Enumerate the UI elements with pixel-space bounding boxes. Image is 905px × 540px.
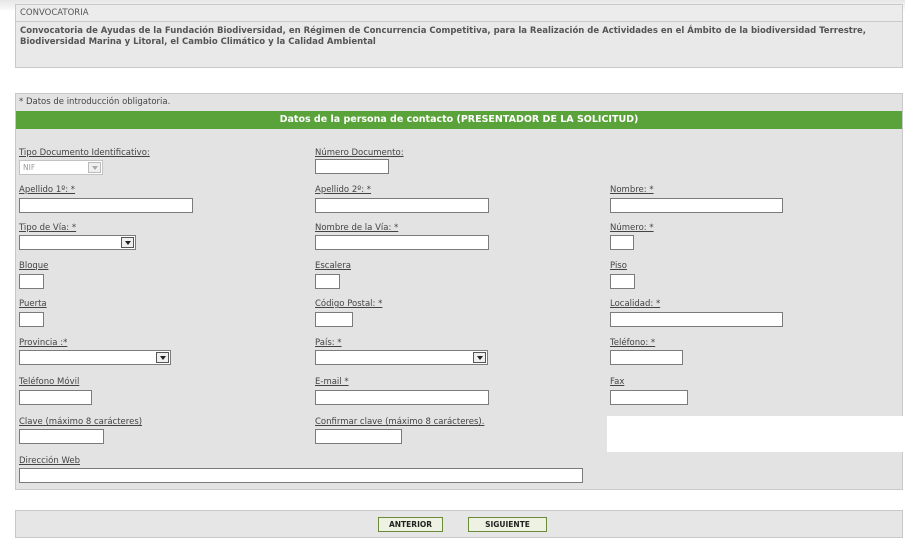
codigo-postal-input[interactable]: [315, 312, 353, 327]
localidad-input[interactable]: [610, 312, 783, 327]
tipo-via-select[interactable]: [19, 235, 136, 250]
apellido1-input[interactable]: [19, 198, 193, 213]
chevron-down-icon: [156, 352, 169, 363]
escalera-cell: Escalera: [315, 261, 351, 271]
escalera-input[interactable]: [315, 274, 340, 289]
pais-select[interactable]: [315, 350, 488, 365]
chevron-down-icon: [88, 162, 101, 173]
convocatoria-description: Convocatoria de Ayudas de la Fundación B…: [20, 26, 867, 47]
puerta-label: Puerta: [19, 299, 47, 309]
fax-cell: Fax: [610, 377, 624, 387]
bloque-input[interactable]: [19, 274, 44, 289]
tipo-documento-cell: Tipo Documento Identificativo:: [19, 148, 150, 158]
nombre-via-cell: Nombre de la Vía: *: [315, 223, 398, 233]
nombre-cell: Nombre: *: [610, 185, 654, 195]
required-note: * Datos de introducción obligatoria.: [19, 97, 171, 107]
email-label: E-mail *: [315, 377, 349, 387]
numero-documento-input[interactable]: [315, 159, 389, 174]
convocatoria-header: CONVOCATORIA: [16, 5, 902, 22]
telefono-movil-label: Teléfono Móvil: [19, 377, 80, 387]
codigo-postal-cell: Código Postal: *: [315, 299, 382, 309]
direccion-web-input[interactable]: [19, 468, 583, 483]
clave-cell: Clave (máximo 8 carácteres): [19, 417, 142, 427]
telefono-cell: Teléfono: *: [610, 338, 655, 348]
telefono-movil-cell: Teléfono Móvil: [19, 377, 79, 387]
numero-documento-label: Número Documento:: [315, 148, 404, 158]
numero-documento-cell: Número Documento:: [315, 148, 404, 158]
codigo-postal-label: Código Postal: *: [315, 299, 383, 309]
nombre-label: Nombre: *: [610, 185, 654, 195]
clave-input[interactable]: [19, 429, 104, 444]
numero-input[interactable]: [610, 235, 634, 250]
anterior-button[interactable]: ANTERIOR: [378, 517, 443, 532]
convocatoria-panel: CONVOCATORIA Convocatoria de Ayudas de l…: [15, 4, 903, 68]
piso-label: Piso: [610, 261, 627, 271]
pais-cell: País: *: [315, 338, 342, 348]
nombre-via-label: Nombre de la Vía: *: [315, 223, 399, 233]
telefono-label: Teléfono: *: [610, 338, 656, 348]
confirmar-clave-cell: Confirmar clave (máximo 8 carácteres).: [315, 417, 484, 427]
email-input[interactable]: [315, 390, 489, 405]
confirmar-clave-label: Confirmar clave (máximo 8 carácteres).: [315, 417, 485, 427]
puerta-cell: Puerta: [19, 299, 47, 309]
siguiente-button[interactable]: SIGUIENTE: [468, 517, 547, 532]
provincia-select[interactable]: [19, 350, 171, 365]
provincia-cell: Provincia :*: [19, 338, 67, 348]
apellido1-label: Apellido 1º: *: [19, 185, 76, 195]
numero-label: Número: *: [610, 223, 654, 233]
apellido1-cell: Apellido 1º: *: [19, 185, 75, 195]
tipo-documento-select[interactable]: NIF: [19, 160, 103, 175]
localidad-label: Localidad: *: [610, 299, 661, 309]
escalera-label: Escalera: [315, 261, 351, 271]
empty-area: [607, 416, 903, 452]
chevron-down-icon: [473, 352, 486, 363]
confirmar-clave-input[interactable]: [315, 429, 402, 444]
fax-input[interactable]: [610, 390, 688, 405]
chevron-down-icon: [121, 237, 134, 248]
tipo-documento-value: NIF: [23, 163, 36, 172]
clave-label: Clave (máximo 8 carácteres): [19, 417, 143, 427]
piso-cell: Piso: [610, 261, 627, 271]
piso-input[interactable]: [610, 274, 635, 289]
numero-cell: Número: *: [610, 223, 654, 233]
tipo-via-label: Tipo de Vía: *: [19, 223, 77, 233]
tipo-documento-label: Tipo Documento Identificativo:: [19, 148, 150, 158]
section-title: Datos de la persona de contacto (PRESENT…: [16, 111, 902, 129]
bloque-cell: Bloque: [19, 261, 48, 271]
telefono-movil-input[interactable]: [19, 390, 92, 405]
nombre-input[interactable]: [610, 198, 783, 213]
localidad-cell: Localidad: *: [610, 299, 660, 309]
direccion-web-cell: Dirección Web: [19, 456, 80, 466]
pais-label: País: *: [315, 338, 342, 348]
apellido2-label: Apellido 2º: *: [315, 185, 372, 195]
puerta-input[interactable]: [19, 312, 44, 327]
direccion-web-label: Dirección Web: [19, 456, 80, 466]
bloque-label: Bloque: [19, 261, 49, 271]
apellido2-input[interactable]: [315, 198, 489, 213]
nombre-via-input[interactable]: [315, 235, 489, 250]
contact-form: * Datos de introducción obligatoria. Dat…: [15, 93, 903, 490]
button-bar: ANTERIOR SIGUIENTE: [15, 510, 903, 538]
tipo-via-cell: Tipo de Vía: *: [19, 223, 76, 233]
telefono-input[interactable]: [610, 350, 683, 365]
provincia-label: Provincia :*: [19, 338, 68, 348]
fax-label: Fax: [610, 377, 625, 387]
email-cell: E-mail *: [315, 377, 349, 387]
apellido2-cell: Apellido 2º: *: [315, 185, 371, 195]
